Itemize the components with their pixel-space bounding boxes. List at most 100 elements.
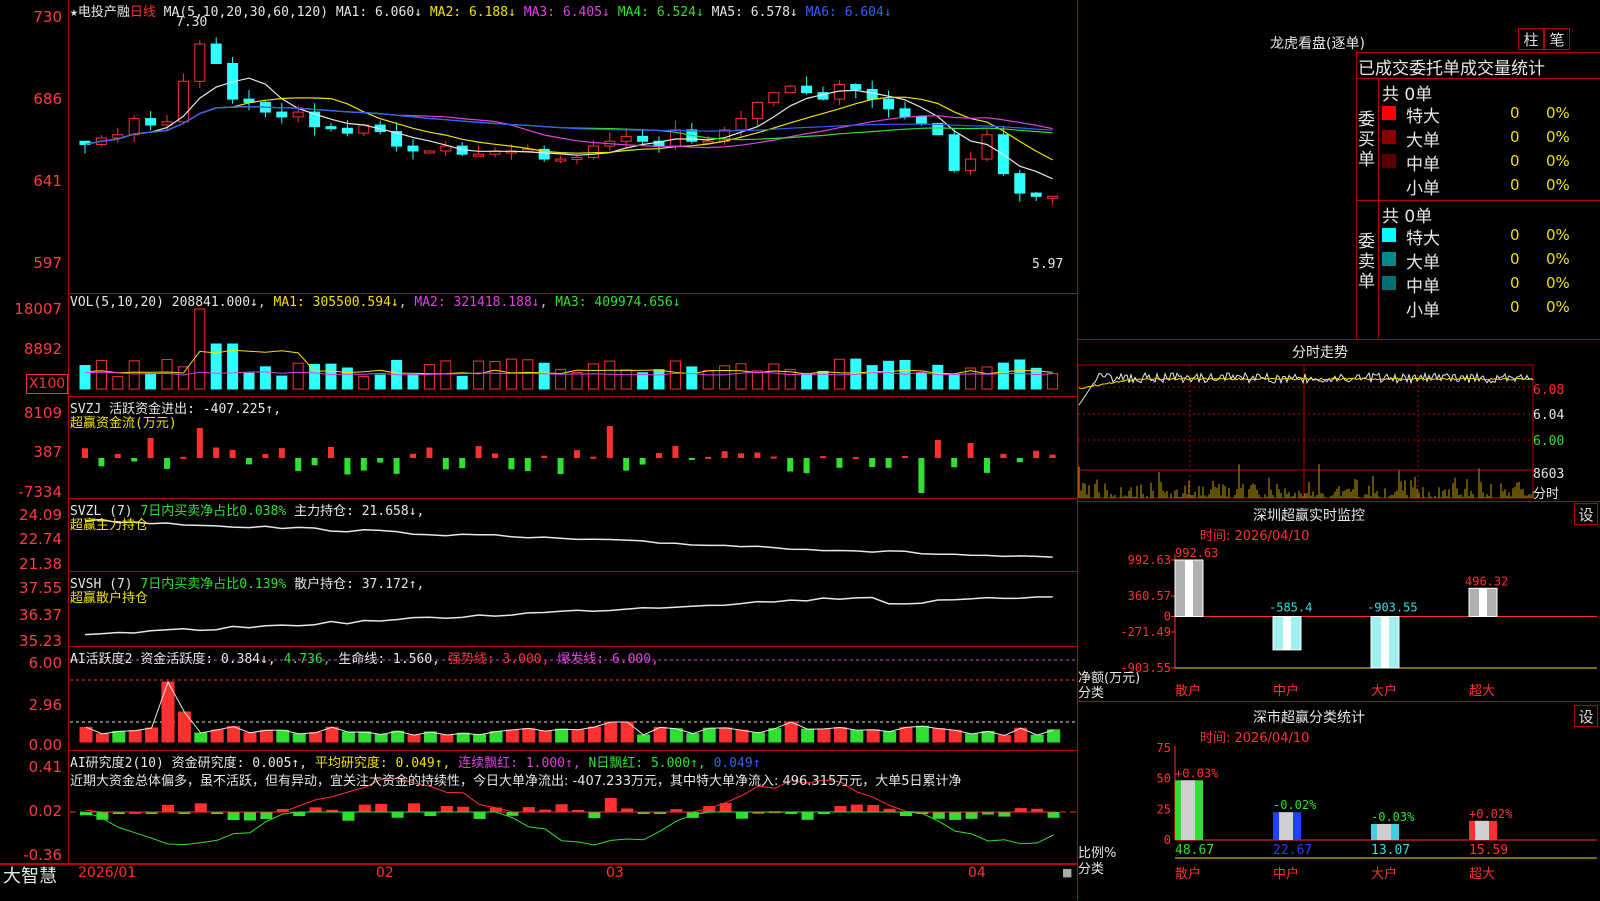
sz-class-category: 超大 <box>1469 867 1495 882</box>
volume-bar <box>177 366 189 390</box>
sz-monitor-bar-highlight <box>1283 616 1291 650</box>
volume-bar <box>473 360 485 390</box>
sz-class-bar-highlight <box>1377 823 1391 840</box>
activity-bar <box>637 734 651 743</box>
sz-class-change-label: +0.03% <box>1175 766 1219 780</box>
volume-bar <box>883 360 895 390</box>
activity-bar <box>1030 734 1044 743</box>
volume-bar <box>571 372 583 390</box>
sz-class-bar-highlight <box>1181 780 1195 840</box>
svzj-bar <box>311 458 318 466</box>
candle-body <box>292 111 304 118</box>
sz-class-y-tick: 50 <box>1157 772 1171 786</box>
volume-bar <box>653 369 665 390</box>
intraday-title: 分时走势 <box>1292 345 1348 361</box>
volume-bar <box>194 308 206 390</box>
sz-monitor-y-tick: -903.55 <box>1120 661 1171 675</box>
intraday-tick-608: 6.08 <box>1533 383 1565 398</box>
volume-bar <box>702 370 714 390</box>
tab-bar-chart[interactable]: 柱 <box>1518 28 1544 50</box>
lhb-row-count: 0 <box>1510 298 1520 316</box>
activity-bar <box>965 733 979 743</box>
lhb-row-pct: 0% <box>1546 298 1570 316</box>
activity-bar <box>981 731 995 743</box>
ma1-value: 6.060↓ <box>375 5 422 20</box>
sz-class-change-label: -0.02% <box>1273 798 1317 812</box>
sz-monitor-bar-highlight <box>1381 616 1389 668</box>
sz-monitor-category: 超大 <box>1469 684 1495 699</box>
activity-bar <box>440 734 454 743</box>
lhb-subtitle: 已成交委托单成交量统计 <box>1358 59 1545 79</box>
volume-bar <box>407 374 419 390</box>
research-bar <box>309 807 322 812</box>
lhb-row-pct: 0% <box>1546 274 1570 292</box>
lhb-row-count: 0 <box>1510 128 1520 146</box>
ma3-value: 6.405↓ <box>562 5 610 20</box>
svzj-bar <box>688 458 695 460</box>
sz-class-value-label: 22.67 <box>1273 843 1312 858</box>
svzj-bar <box>492 453 498 458</box>
tab-tick[interactable]: 笔 <box>1544 28 1570 50</box>
lhb-row-label: 小单 <box>1406 179 1440 199</box>
activity-bar <box>997 735 1011 743</box>
stock-title[interactable]: ★电投产融 <box>70 5 130 20</box>
candle-body <box>276 111 288 118</box>
candle-body <box>948 134 960 171</box>
activity-bar <box>538 730 552 743</box>
lhb-row-pct: 0% <box>1546 176 1570 194</box>
research-bar <box>342 812 355 821</box>
volume-bar <box>456 375 468 390</box>
sz-class-y-tick: 25 <box>1157 802 1171 816</box>
svzj-bar <box>344 458 351 475</box>
volume-bar <box>735 363 747 390</box>
lock-icon[interactable]: ■ <box>1062 866 1072 879</box>
sz-class-change-label: +0.02% <box>1469 807 1513 821</box>
candle-body <box>423 150 435 154</box>
svzj-bar <box>229 449 236 458</box>
volume-bar <box>719 365 731 390</box>
svzj-bar <box>1049 454 1056 458</box>
activity-bar <box>522 727 536 743</box>
activity-bar <box>161 681 175 743</box>
sz-class-settings-button[interactable]: 设 <box>1574 705 1598 727</box>
activity-bar <box>817 728 831 743</box>
volume-bar <box>145 373 157 390</box>
activity-bar <box>555 728 569 743</box>
sz-monitor-value-label: -585.4 <box>1269 601 1312 615</box>
research-bar <box>621 808 634 812</box>
research-bar <box>408 803 420 812</box>
volume-bar <box>801 372 813 390</box>
svzj-bar <box>574 450 580 458</box>
activity-bar <box>177 711 191 743</box>
svzl-line <box>84 518 1053 558</box>
volume-bar <box>358 375 370 390</box>
svzj-bar <box>164 458 170 469</box>
sz-monitor-bar-highlight <box>1479 588 1487 617</box>
lhb-row-pct: 0% <box>1546 104 1570 122</box>
candle-body <box>620 135 632 142</box>
volume-bar <box>423 364 435 390</box>
candle-body <box>899 108 911 118</box>
candle-body <box>555 158 567 162</box>
research-bar <box>736 812 748 819</box>
activity-bar <box>210 729 224 743</box>
ma2-value: 6.188↓ <box>468 5 516 20</box>
sz-monitor-settings-button[interactable]: 设 <box>1574 503 1598 525</box>
lhb-row-count: 0 <box>1510 226 1520 244</box>
volume-bar <box>276 375 288 390</box>
period-label[interactable]: 日线 <box>130 5 156 20</box>
candle-body <box>407 145 419 152</box>
research-bar <box>555 804 568 812</box>
volume-bar <box>210 343 222 390</box>
svzj-bar <box>246 458 252 465</box>
sz-class-category: 散户 <box>1175 866 1201 882</box>
sz-class-change-label: -0.03% <box>1371 810 1415 824</box>
svzj-bar <box>967 443 974 458</box>
research-bar <box>588 812 601 819</box>
svzj-bar <box>918 458 925 493</box>
lhb-row-label: 小单 <box>1406 301 1440 321</box>
activity-bar <box>325 726 339 743</box>
activity-bar <box>932 728 946 743</box>
sz-monitor-bar-highlight <box>1185 560 1193 617</box>
volume-bar <box>948 374 960 390</box>
